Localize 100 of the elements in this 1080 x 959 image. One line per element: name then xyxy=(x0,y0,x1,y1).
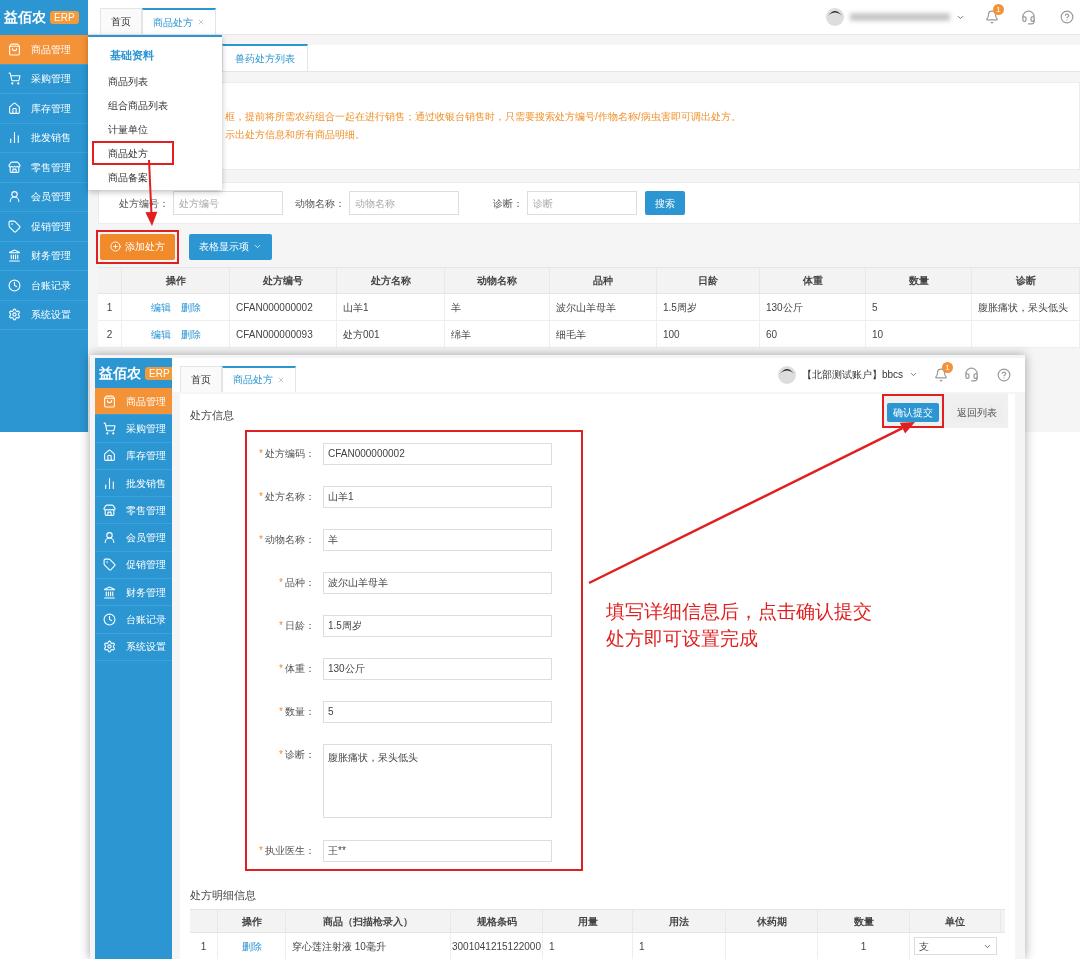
headset-icon[interactable] xyxy=(964,367,979,383)
cart-icon xyxy=(8,72,21,86)
table-cell-text: 波尔山羊母羊 xyxy=(556,300,616,315)
field-label: 诊断： xyxy=(285,748,315,762)
delete-link[interactable]: 删除 xyxy=(241,938,262,954)
field-label: 日龄： xyxy=(285,619,315,633)
table-cell-text: 5 xyxy=(872,300,878,315)
bell-icon[interactable] xyxy=(934,367,948,382)
close-icon[interactable] xyxy=(197,18,205,26)
required-mark: * xyxy=(259,844,263,858)
required-mark: * xyxy=(279,576,283,590)
search-field[interactable]: 诊断 xyxy=(527,191,637,215)
cart-icon xyxy=(103,421,116,435)
bag-icon xyxy=(8,42,21,56)
column-header: 操作 xyxy=(165,274,186,288)
sidebar-item[interactable]: 商品管理 xyxy=(95,388,172,416)
table-cell-text: CFAN000000002 xyxy=(236,300,313,315)
tag-icon xyxy=(8,219,21,233)
field-label: 动物名称： xyxy=(295,196,345,211)
close-icon[interactable] xyxy=(277,375,285,384)
column-header: 用法 xyxy=(669,914,689,929)
help-icon[interactable] xyxy=(997,367,1011,382)
field-label: 品种： xyxy=(285,576,315,590)
input-field[interactable]: 130公斤 xyxy=(323,657,552,680)
column-header: 诊断 xyxy=(1015,274,1036,288)
sidebar-item[interactable]: 系统设置 xyxy=(95,633,172,661)
edit-link[interactable]: 编辑 xyxy=(150,326,171,342)
sidebar-item[interactable]: 零售管理 xyxy=(95,497,172,525)
field-label: 诊断： xyxy=(493,196,523,211)
bell-icon[interactable] xyxy=(985,10,999,24)
sidebar-item[interactable]: 促销管理 xyxy=(95,551,172,580)
required-mark: * xyxy=(259,533,263,547)
table-cell-text: 1 xyxy=(106,300,113,315)
required-mark: * xyxy=(279,705,283,719)
delete-link[interactable]: 删除 xyxy=(180,299,201,315)
field-label: 体重： xyxy=(285,662,315,676)
input-field[interactable]: 山羊1 xyxy=(323,485,552,508)
menu-item[interactable]: 商品备案 xyxy=(108,169,148,185)
sidebar-item[interactable]: 库存管理 xyxy=(95,442,172,470)
menu-item[interactable]: 组合商品列表 xyxy=(108,97,168,113)
menu-item[interactable]: 商品列表 xyxy=(108,73,148,89)
table-cell-text: 细毛羊 xyxy=(556,327,586,342)
column-header: 商品（扫描枪录入） xyxy=(323,914,413,929)
tab[interactable]: 首页 xyxy=(180,365,222,392)
notice-text: 框，提前将所需农药组合一起在进行销售；通过收银台销售时，只需要搜索处方编号/作物名称/病虫害即可调出处方。 xyxy=(225,110,742,123)
menu-item[interactable]: 商品处方 xyxy=(108,145,148,161)
columns-button[interactable]: 表格显示项 xyxy=(189,233,272,260)
input-field[interactable]: 羊 xyxy=(323,528,552,551)
add-prescription-button[interactable]: 添加处方 xyxy=(100,233,175,260)
table-cell-text: 1.5周岁 xyxy=(663,300,697,315)
input-field[interactable]: 波尔山羊母羊 xyxy=(323,571,552,594)
search-field[interactable]: 处方编号 xyxy=(173,191,283,215)
bag-icon xyxy=(103,394,116,408)
menu-item[interactable]: 计量单位 xyxy=(108,121,148,137)
delete-link[interactable]: 删除 xyxy=(180,326,201,342)
textarea-field[interactable]: 腹胀痛状，呆头低头 xyxy=(323,743,552,818)
input-field[interactable]: CFAN000000002 xyxy=(323,442,552,465)
section-title: 处方明细信息 xyxy=(190,887,257,903)
sidebar-item[interactable]: 商品管理 xyxy=(0,35,88,65)
search-button[interactable]: 搜索 xyxy=(645,191,685,215)
edit-link[interactable]: 编辑 xyxy=(150,299,171,315)
column-header: 日龄 xyxy=(698,274,718,288)
field-label: 数量： xyxy=(285,705,315,719)
table-cell-text: 羊 xyxy=(451,300,461,315)
sidebar-item[interactable]: 会员管理 xyxy=(95,524,172,552)
chart-icon xyxy=(8,131,21,145)
table-cell-text: 10 xyxy=(872,327,884,342)
table-cell-text: 2 xyxy=(106,327,113,342)
column-header: 数量 xyxy=(908,274,929,288)
field-label: 处方编码： xyxy=(265,447,315,461)
sidebar-item[interactable]: 采购管理 xyxy=(95,415,172,443)
account-name[interactable]: 【北部测试账户】bbcs xyxy=(801,367,903,383)
user-icon xyxy=(8,190,21,204)
input-field[interactable]: 王** xyxy=(323,839,552,862)
required-mark: * xyxy=(259,490,263,504)
input-field[interactable]: 1.5周岁 xyxy=(323,614,552,637)
column-header: 操作 xyxy=(241,914,262,929)
tag-icon xyxy=(103,558,116,572)
tab[interactable]: 商品处方 xyxy=(142,8,216,34)
tab[interactable]: 首页 xyxy=(100,8,142,34)
submit-button[interactable]: 确认提交 xyxy=(887,402,939,422)
column-header: 品种 xyxy=(593,274,613,288)
headset-icon[interactable] xyxy=(1021,9,1036,25)
house-icon xyxy=(8,101,21,115)
help-icon[interactable] xyxy=(1060,10,1074,24)
user-icon xyxy=(103,531,116,545)
column-header: 休药期 xyxy=(756,914,787,929)
table-cell-text: 穿心莲注射液 10毫升 xyxy=(292,939,386,954)
column-header: 处方名称 xyxy=(370,274,411,288)
table-cell-text: 1 xyxy=(860,939,867,954)
sidebar-item[interactable]: 批发销售 xyxy=(95,469,172,498)
unit-select[interactable]: 支 xyxy=(914,937,997,955)
input-field[interactable]: 5 xyxy=(323,700,552,723)
table-cell-text: 60 xyxy=(766,327,778,342)
tab[interactable]: 商品处方 xyxy=(222,365,296,392)
search-field[interactable]: 动物名称 xyxy=(349,191,459,215)
avatar xyxy=(777,365,796,384)
sidebar-item[interactable]: 台账记录 xyxy=(95,606,172,634)
column-header: 处方编号 xyxy=(263,274,303,288)
sidebar-item[interactable]: 财务管理 xyxy=(95,579,172,607)
